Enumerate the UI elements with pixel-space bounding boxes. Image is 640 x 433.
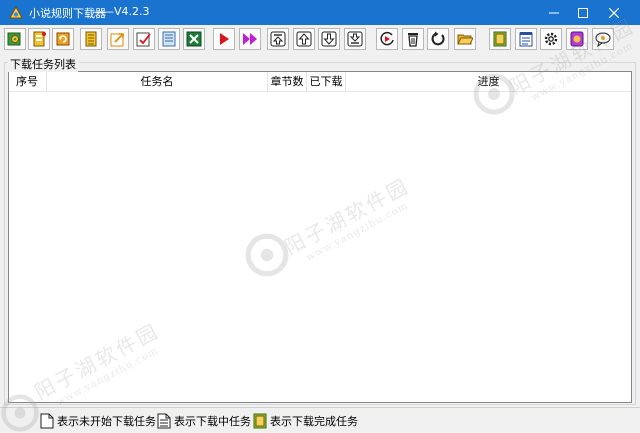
book-list-button[interactable] (80, 28, 102, 50)
checklist-icon (136, 32, 151, 47)
link-edit-icon (110, 33, 124, 47)
column-header-task-name[interactable]: 任务名 (47, 72, 268, 92)
text-page-icon (157, 413, 171, 429)
fast-forward-icon (243, 33, 257, 45)
legend-finished: 表示下载完成任务 (253, 412, 358, 430)
settings-icon (544, 32, 558, 46)
delete-button[interactable] (402, 28, 424, 50)
resume-icon (380, 31, 394, 46)
move-top-button[interactable] (267, 28, 289, 50)
plugin-icon (570, 31, 584, 47)
book-icon (493, 31, 507, 47)
book-import-icon (33, 31, 46, 47)
legend-not-started-label: 表示未开始下载任务 (57, 415, 156, 428)
resume-button[interactable] (376, 28, 398, 50)
edit-link-button[interactable] (107, 28, 129, 50)
column-header-downloaded[interactable]: 已下载 (307, 72, 346, 92)
comment-button[interactable] (592, 28, 614, 50)
notebook-button[interactable] (158, 28, 180, 50)
task-list[interactable]: 序号 任务名 章节数 已下载 进度 (8, 71, 632, 403)
reset-icon (431, 31, 445, 46)
settings-button[interactable] (540, 28, 562, 50)
close-icon (609, 7, 619, 18)
completed-book-icon (253, 413, 267, 429)
move-down-icon (321, 31, 337, 47)
legend-not-started: 表示未开始下载任务 (40, 412, 156, 430)
column-header-index[interactable]: 序号 (9, 72, 47, 92)
app-logo-icon (9, 5, 23, 19)
gear-add-icon (7, 32, 21, 46)
minimize-button[interactable] (540, 0, 568, 25)
comment-icon (595, 32, 611, 47)
maximize-button[interactable] (569, 0, 597, 25)
move-bottom-button[interactable] (344, 28, 366, 50)
title-bar: 小说规则下载器 ——V4.2.3 (0, 0, 640, 25)
start-button[interactable] (213, 28, 235, 50)
legend-finished-label: 表示下载完成任务 (270, 415, 358, 428)
minimize-icon (549, 12, 559, 13)
close-button[interactable] (600, 0, 628, 25)
notes-button[interactable] (515, 28, 537, 50)
column-header-chapters[interactable]: 章节数 (268, 72, 307, 92)
move-up-button[interactable] (293, 28, 315, 50)
move-down-button[interactable] (318, 28, 340, 50)
checklist-button[interactable] (133, 28, 155, 50)
reset-button[interactable] (427, 28, 449, 50)
maximize-icon (578, 7, 588, 18)
book-list-icon (85, 31, 97, 47)
add-task-button[interactable] (4, 28, 26, 50)
task-list-header: 序号 任务名 章节数 已下载 进度 (9, 72, 631, 92)
column-header-progress[interactable]: 进度 (346, 72, 631, 92)
play-icon (220, 33, 229, 45)
export-excel-button[interactable] (183, 28, 205, 50)
open-folder-icon (457, 34, 473, 45)
refresh-book-button[interactable] (52, 28, 74, 50)
start-all-button[interactable] (239, 28, 261, 50)
move-up-icon (296, 31, 312, 47)
legend-downloading: 表示下载中任务 (157, 412, 251, 430)
move-top-icon (270, 31, 286, 47)
delete-icon (408, 33, 418, 47)
excel-export-icon (186, 31, 202, 47)
window-version: ——V4.2.3 (92, 5, 150, 18)
toolbar (0, 25, 640, 53)
plugin-button[interactable] (566, 28, 588, 50)
open-folder-button[interactable] (454, 28, 476, 50)
blank-page-icon (40, 413, 54, 429)
refresh-book-icon (56, 32, 70, 46)
task-list-group-title: 下载任务列表 (8, 56, 78, 72)
notes-icon (519, 32, 533, 47)
notebook-icon (162, 31, 176, 47)
status-bar: 表示未开始下载任务 表示下载中任务 表示下载完成任务 (0, 407, 640, 433)
import-book-button[interactable] (28, 28, 50, 50)
book-button[interactable] (489, 28, 511, 50)
move-bottom-icon (347, 31, 363, 47)
legend-downloading-label: 表示下载中任务 (174, 415, 251, 428)
